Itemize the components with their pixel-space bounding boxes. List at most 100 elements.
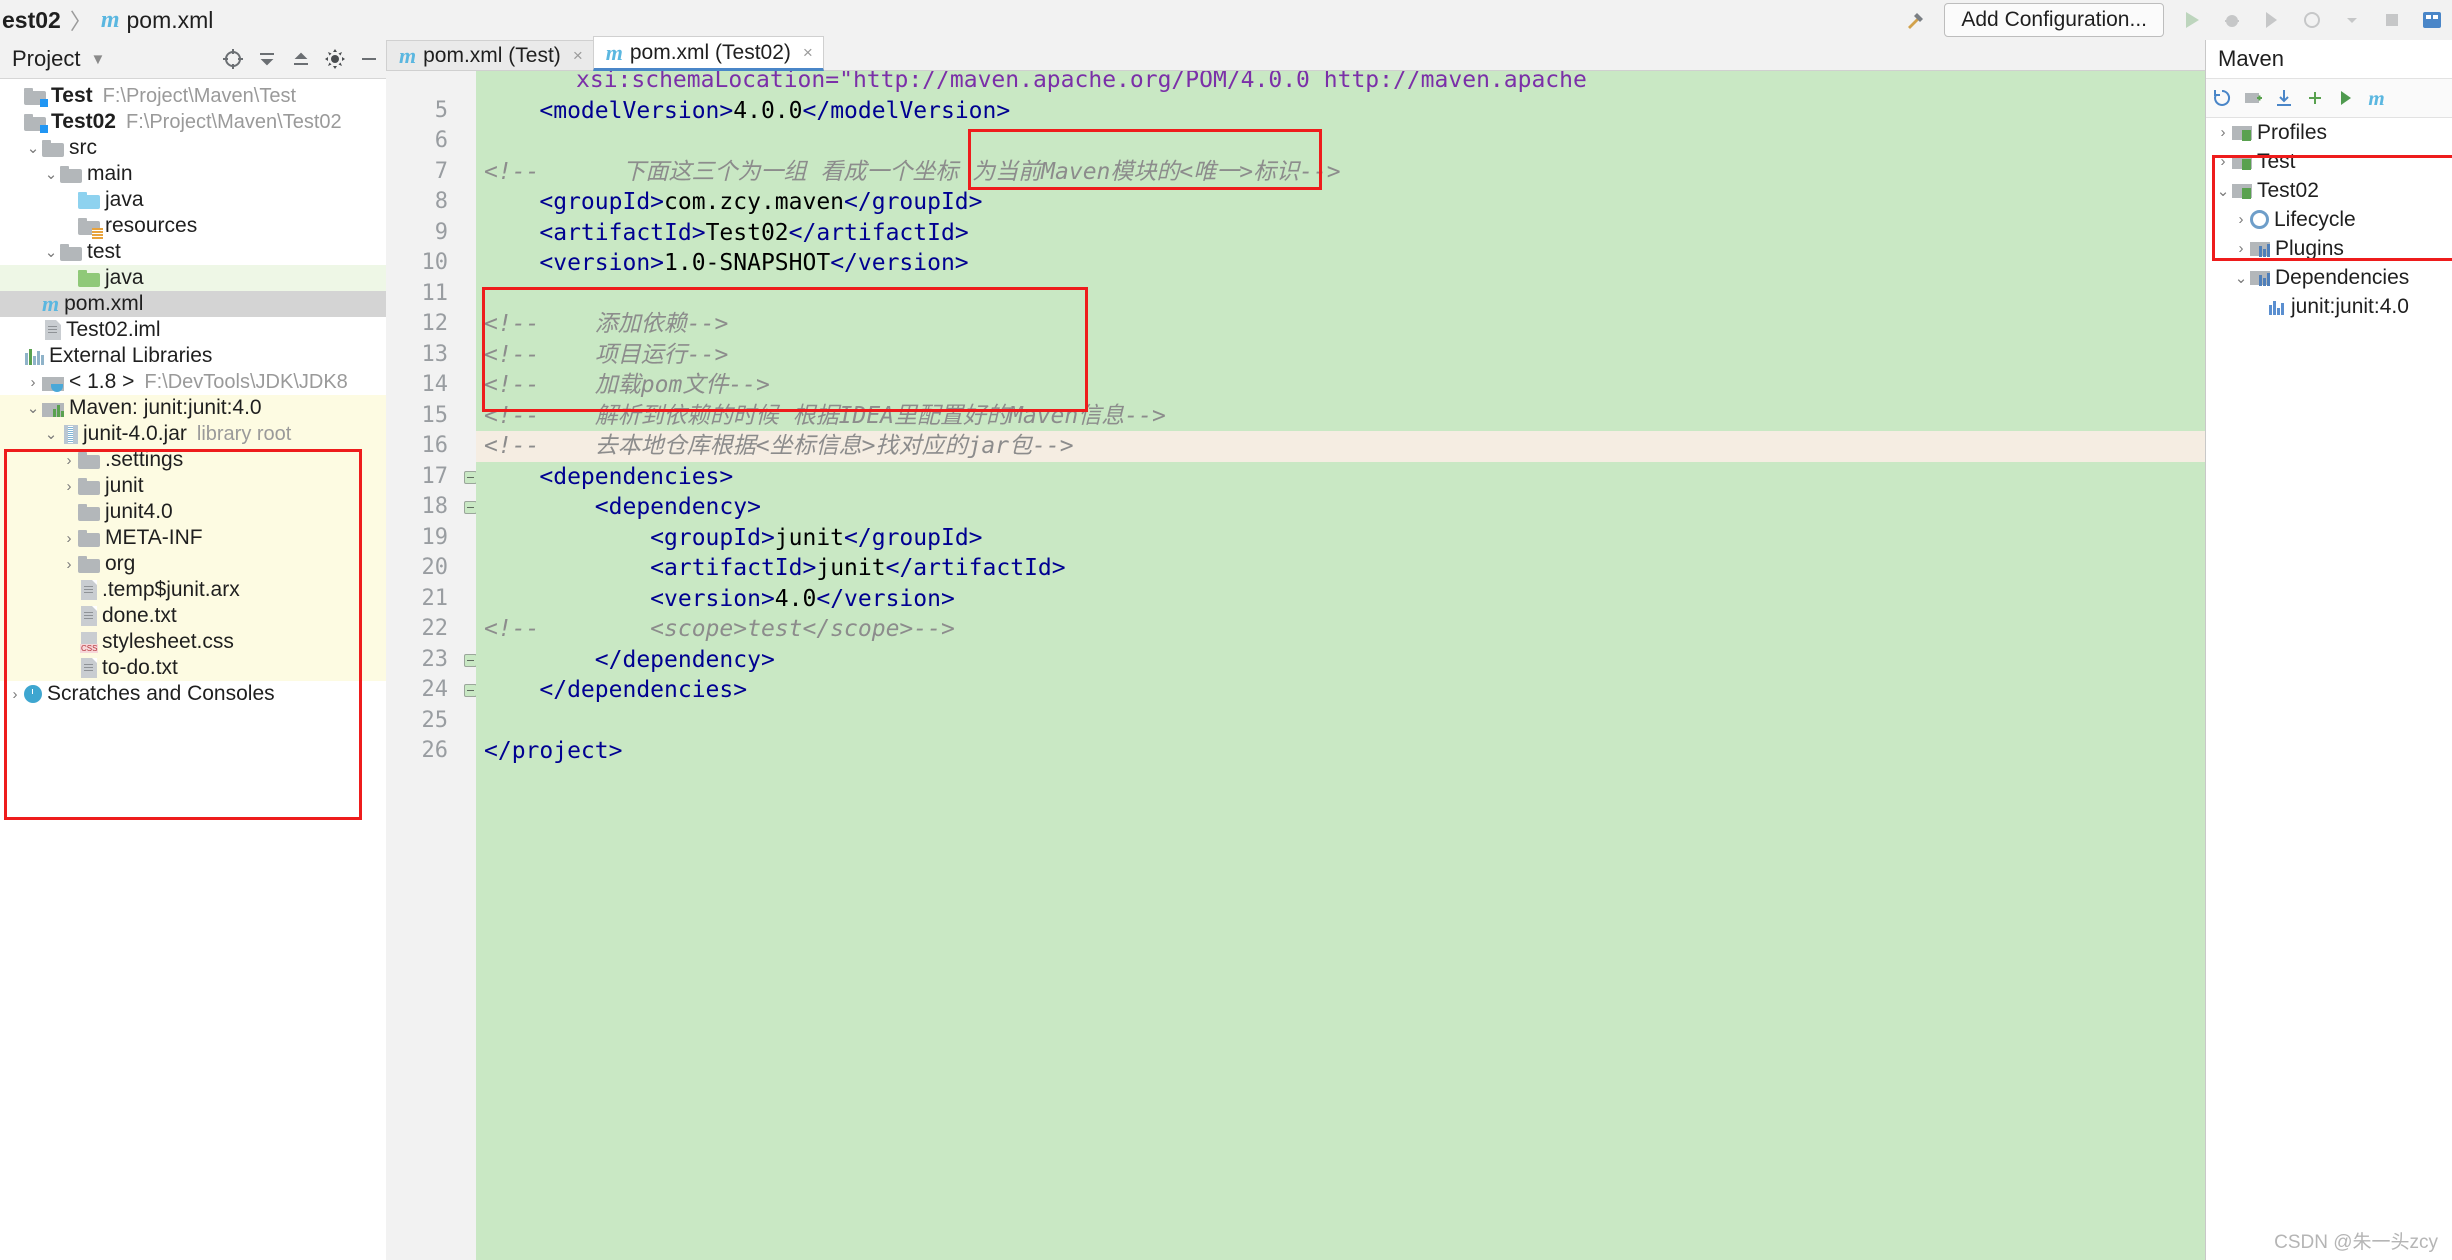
debug-icon: [2212, 0, 2252, 40]
chevron-down-icon[interactable]: ⌄: [2214, 182, 2232, 200]
tree-item-test02-iml[interactable]: Test02.iml: [0, 317, 386, 343]
tree-item-scratches-and-consoles[interactable]: › Scratches and Consoles: [0, 681, 386, 707]
run-icon[interactable]: [2330, 83, 2361, 114]
build-hammer-icon[interactable]: [1896, 0, 1936, 40]
tree-item-main[interactable]: ⌄ main: [0, 161, 386, 187]
maven-panel-header: Maven: [2206, 40, 2452, 79]
chevron-down-icon[interactable]: ⌄: [42, 425, 60, 443]
chevron-right-icon[interactable]: ›: [2232, 240, 2250, 257]
chevron-down-icon[interactable]: ⌄: [24, 399, 42, 417]
breadcrumb-file[interactable]: pom.xml: [127, 7, 214, 34]
tree-item-settings[interactable]: › .settings: [0, 447, 386, 473]
add-configuration-button[interactable]: Add Configuration...: [1944, 3, 2164, 37]
project-tree[interactable]: Test F:\Project\Maven\Test Test02 F:\Proje…: [0, 79, 386, 707]
code-line: </dependency>: [594, 646, 775, 673]
project-tool-window: Project ▼ Test F:\Project\Maven\Test Test…: [0, 40, 387, 1260]
code-comment-line: <!-- 项目运行-->: [484, 341, 729, 368]
chevron-down-icon[interactable]: ▼: [90, 51, 105, 68]
tree-item-org[interactable]: › org: [0, 551, 386, 577]
tree-item-test02[interactable]: Test02 F:\Project\Maven\Test02: [0, 109, 386, 135]
tree-item-test[interactable]: Test F:\Project\Maven\Test: [0, 83, 386, 109]
chevron-down-icon[interactable]: ⌄: [42, 165, 60, 183]
editor-tab-1[interactable]: m pom.xml (Test) ×: [386, 40, 594, 71]
line-number: 10: [421, 250, 449, 275]
search-everywhere-icon[interactable]: [2412, 0, 2452, 40]
tree-item-resources[interactable]: resources: [0, 213, 386, 239]
chevron-down-icon[interactable]: ⌄: [2232, 269, 2250, 287]
folder-grey-icon: [60, 243, 82, 261]
tree-item-java[interactable]: java: [0, 187, 386, 213]
expand-all-icon[interactable]: [284, 42, 318, 76]
chevron-down-icon[interactable]: ⌄: [42, 243, 60, 261]
maven-tree-item-test[interactable]: › Test: [2206, 147, 2452, 176]
tree-item-1-8[interactable]: › < 1.8 > F:\DevTools\JDK\JDK8: [0, 369, 386, 395]
close-icon[interactable]: ×: [803, 43, 813, 63]
fold-marker-gutter[interactable]: [462, 71, 477, 1260]
collapse-all-icon[interactable]: [250, 42, 284, 76]
editor-tab-2[interactable]: m pom.xml (Test02) ×: [592, 36, 824, 71]
tree-item-meta-inf[interactable]: › META-INF: [0, 525, 386, 551]
reload-icon[interactable]: [2206, 83, 2237, 114]
tree-item-java[interactable]: java: [0, 265, 386, 291]
tree-item-test[interactable]: ⌄ test: [0, 239, 386, 265]
maven-toolbar[interactable]: m: [2206, 79, 2452, 118]
tree-item-junit-4-0-jar[interactable]: ⌄ junit-4.0.jar library root: [0, 421, 386, 447]
chevron-right-icon[interactable]: ›: [60, 530, 78, 547]
dependencies-icon: [2250, 269, 2270, 286]
maven-tree-item-dependencies[interactable]: ⌄ Dependencies: [2206, 263, 2452, 292]
hide-panel-icon[interactable]: [352, 42, 386, 76]
tree-item-stylesheet-css[interactable]: stylesheet.css: [0, 629, 386, 655]
text-file-icon: [81, 606, 97, 626]
breadcrumb[interactable]: est02 〉 m pom.xml: [0, 0, 213, 40]
profiler-icon: [2292, 0, 2332, 40]
chevron-right-icon[interactable]: ›: [60, 478, 78, 495]
chevron-right-icon[interactable]: ›: [60, 556, 78, 573]
tree-item-done-txt[interactable]: done.txt: [0, 603, 386, 629]
maven-tree-item-junit-junit-4-0[interactable]: junit:junit:4.0: [2206, 292, 2452, 321]
tree-item-src[interactable]: ⌄ src: [0, 135, 386, 161]
maven-tree-item-test02[interactable]: ⌄ Test02: [2206, 176, 2452, 205]
tree-item-label: junit4.0: [105, 500, 173, 523]
chevron-right-icon[interactable]: ›: [2232, 211, 2250, 228]
code-line-partial: xsi:schemaLocation="http://maven.apache.…: [576, 71, 1587, 93]
maven-tree-item-plugins[interactable]: › Plugins: [2206, 234, 2452, 263]
locate-icon[interactable]: [216, 42, 250, 76]
maven-m-icon[interactable]: m: [2361, 83, 2392, 114]
maven-tree-item-label: Test02: [2257, 178, 2319, 202]
code-area[interactable]: 5 6 7 8 9 10 11 12 13 14 15 16 17 18 19 20 21 22 23 24 25 26 …: [386, 71, 2452, 1260]
line-number: 18: [421, 494, 449, 519]
breadcrumb-project[interactable]: est02: [2, 7, 61, 34]
tree-item-junit[interactable]: › junit: [0, 473, 386, 499]
chevron-right-icon[interactable]: ›: [2214, 124, 2232, 141]
download-icon[interactable]: [2268, 83, 2299, 114]
top-breadcrumb-bar: est02 〉 m pom.xml Add Configuration...: [0, 0, 2452, 40]
tree-item-to-do-txt[interactable]: to-do.txt: [0, 655, 386, 681]
chevron-right-icon[interactable]: ›: [2214, 153, 2232, 170]
code-line: <version>1.0-SNAPSHOT</version>: [539, 250, 969, 276]
tree-item-pom-xml[interactable]: m pom.xml: [0, 291, 386, 317]
tree-item-temp-junit-arx[interactable]: .temp$junit.arx: [0, 577, 386, 603]
maven-tree-item-lifecycle[interactable]: › Lifecycle: [2206, 205, 2452, 234]
maven-tree-item-profiles[interactable]: › Profiles: [2206, 118, 2452, 147]
close-icon[interactable]: ×: [573, 46, 583, 66]
chevron-right-icon[interactable]: ›: [60, 452, 78, 469]
plus-icon[interactable]: [2299, 83, 2330, 114]
add-folder-icon[interactable]: [2237, 83, 2268, 114]
tree-item-external-libraries[interactable]: External Libraries: [0, 343, 386, 369]
settings-gear-icon[interactable]: [318, 42, 352, 76]
line-number: 17: [421, 463, 449, 489]
tree-item-junit4-0[interactable]: junit4.0: [0, 499, 386, 525]
project-panel-title[interactable]: Project: [12, 46, 80, 72]
code-text[interactable]: xsi:schemaLocation="http://maven.apache.…: [476, 71, 2452, 1260]
chevron-down-icon[interactable]: ⌄: [24, 139, 42, 157]
maven-tree[interactable]: › Profiles › Test ⌄ Test02 › Lifecycle › Plugins ⌄…: [2206, 118, 2452, 321]
chevron-right-icon[interactable]: ›: [24, 374, 42, 391]
chevron-right-icon[interactable]: ›: [6, 686, 24, 703]
module-folder-icon: [24, 113, 48, 133]
tree-item-maven-junit-junit-4-0[interactable]: ⌄ Maven: junit:junit:4.0: [0, 395, 386, 421]
plugins-icon: [2250, 240, 2270, 257]
